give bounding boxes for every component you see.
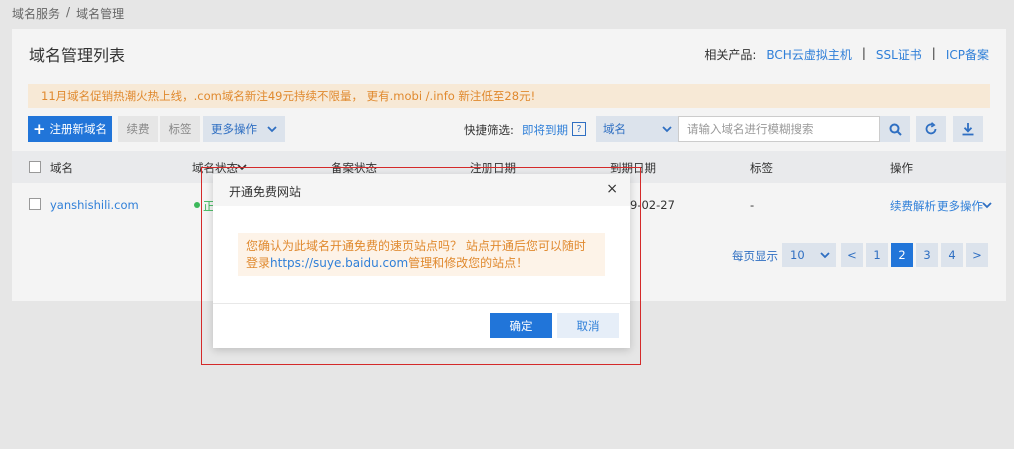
confirm-button[interactable]: 确定 xyxy=(490,313,552,338)
quick-filter-label: 快捷筛选: xyxy=(464,123,514,137)
page-size-value: 10 xyxy=(790,248,805,262)
cancel-button[interactable]: 取消 xyxy=(557,313,619,338)
page-title: 域名管理列表 xyxy=(29,46,126,65)
register-domain-label: 注册新域名 xyxy=(49,122,108,136)
status-dot-icon xyxy=(194,202,200,208)
page-button-3[interactable]: 3 xyxy=(916,243,938,267)
search-type-value: 域名 xyxy=(603,122,626,136)
page-button-1[interactable]: 1 xyxy=(866,243,888,267)
related-products: 相关产品: BCH云虚拟主机 | SSL证书 | ICP备案 xyxy=(704,46,989,63)
more-actions-label: 更多操作 xyxy=(211,122,257,136)
dialog-message-link[interactable]: https://suye.baidu.com xyxy=(270,256,408,270)
refresh-button[interactable] xyxy=(916,116,946,142)
search-type-select[interactable]: 域名 xyxy=(596,116,678,142)
related-products-label: 相关产品: xyxy=(704,48,757,62)
chevron-down-icon xyxy=(662,125,672,132)
column-header-tag: 标签 xyxy=(750,161,773,175)
download-icon xyxy=(962,123,974,136)
close-icon[interactable]: × xyxy=(606,181,618,197)
dialog-message: 您确认为此域名开通免费的速页站点吗？ 站点开通后您可以随时登录https://s… xyxy=(238,233,605,276)
toolbar: + 注册新域名 续费 标签 更多操作 快捷筛选: 即将到期 ? 域名 xyxy=(28,116,990,142)
page-size-select[interactable]: 10 xyxy=(782,243,836,267)
dialog-message-text-end: 管理和修改您的站点！ xyxy=(408,255,529,270)
page-size-label: 每页显示 xyxy=(732,249,778,263)
help-icon[interactable]: ? xyxy=(572,122,586,136)
chevron-down-icon[interactable] xyxy=(982,202,992,209)
plus-icon: + xyxy=(32,120,46,138)
search-button[interactable] xyxy=(880,116,910,142)
dialog-header: 开通免费网站 × xyxy=(213,174,630,206)
more-actions-dropdown[interactable]: 更多操作 xyxy=(203,116,285,142)
open-free-site-dialog: 开通免费网站 × 您确认为此域名开通免费的速页站点吗？ 站点开通后您可以随时登录… xyxy=(213,174,630,348)
search-input[interactable] xyxy=(678,116,880,142)
breadcrumb-item-domain-management: 域名管理 xyxy=(76,7,125,21)
dialog-title: 开通免费网站 xyxy=(229,185,302,199)
page-button-4[interactable]: 4 xyxy=(941,243,963,267)
next-page-button[interactable]: > xyxy=(966,243,988,267)
row-checkbox[interactable] xyxy=(29,198,41,210)
tag-button[interactable]: 标签 xyxy=(160,116,200,142)
page-button-2[interactable]: 2 xyxy=(891,243,913,267)
refresh-icon xyxy=(925,122,937,135)
register-domain-button[interactable]: + 注册新域名 xyxy=(28,116,112,142)
tag-value: - xyxy=(750,198,755,212)
related-separator: | xyxy=(931,46,936,60)
column-header-actions: 操作 xyxy=(890,161,913,175)
related-link-bch[interactable]: BCH云虚拟主机 xyxy=(766,46,851,63)
row-renew-link[interactable]: 续费 xyxy=(890,198,913,214)
chevron-down-icon xyxy=(820,251,830,258)
breadcrumb: 域名服务 / 域名管理 xyxy=(12,5,125,21)
related-link-ssl[interactable]: SSL证书 xyxy=(876,46,922,63)
breadcrumb-item-domain-service[interactable]: 域名服务 xyxy=(12,5,60,21)
row-dns-link[interactable]: 解析 xyxy=(913,198,936,214)
related-link-icp[interactable]: ICP备案 xyxy=(946,46,989,63)
dialog-divider xyxy=(213,303,630,304)
column-header-domain: 域名 xyxy=(50,161,73,175)
row-more-actions-link[interactable]: 更多操作 xyxy=(937,198,983,214)
domain-link[interactable]: yanshishili.com xyxy=(50,198,139,212)
select-all-checkbox[interactable] xyxy=(29,161,41,173)
renew-button[interactable]: 续费 xyxy=(118,116,158,142)
related-separator: | xyxy=(861,46,866,60)
promo-notice: 11月域名促销热潮火热上线，.com域名新注49元持续不限量， 更有.mobi … xyxy=(28,84,990,108)
search-icon xyxy=(889,123,902,136)
breadcrumb-separator: / xyxy=(66,5,71,19)
quick-filter-expiring-link[interactable]: 即将到期 xyxy=(522,122,568,138)
chevron-down-icon xyxy=(267,125,277,132)
prev-page-button[interactable]: < xyxy=(841,243,863,267)
download-button[interactable] xyxy=(953,116,983,142)
